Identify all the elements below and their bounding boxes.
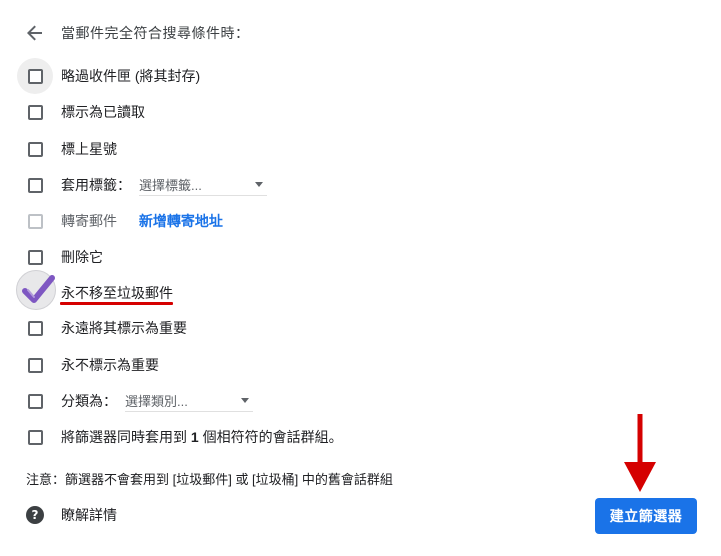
category-select-value: 選擇類別... (125, 394, 188, 409)
filter-header: 當郵件完全符合搜尋條件時： (24, 22, 250, 44)
star-checkbox[interactable] (17, 131, 53, 167)
categorize-checkbox[interactable] (17, 383, 53, 419)
learn-more-link[interactable]: 瞭解詳情 (61, 505, 117, 525)
option-label: 套用標籤： (61, 177, 131, 193)
annotation-arrow-icon (624, 414, 656, 492)
label-select[interactable]: 選擇標籤... (139, 174, 267, 196)
option-label: 分類為： (61, 393, 117, 409)
create-filter-button[interactable]: 建立篩選器 (595, 498, 697, 534)
apply-existing-checkbox[interactable] (17, 419, 53, 455)
annotation-underline (60, 302, 173, 305)
apply-label-checkbox[interactable] (17, 167, 53, 203)
mark-read-checkbox[interactable] (17, 94, 53, 130)
option-label: 略過收件匣 (將其封存) (61, 68, 201, 84)
label-select-value: 選擇標籤... (139, 178, 202, 193)
matching-count: 1 (190, 429, 199, 445)
forward-checkbox[interactable] (17, 203, 53, 239)
filter-note: 注意：篩選器不會套用到 [垃圾郵件] 或 [垃圾桶] 中的舊會話群組 (26, 472, 393, 487)
never-important-checkbox[interactable] (17, 347, 53, 383)
chevron-down-icon (241, 398, 249, 403)
category-select[interactable]: 選擇類別... (125, 390, 253, 412)
learn-more-row[interactable]: ? 瞭解詳情 (26, 505, 117, 525)
chevron-down-icon (255, 182, 263, 187)
option-label: 永遠將其標示為重要 (61, 320, 187, 336)
skip-inbox-checkbox[interactable] (17, 58, 53, 94)
forward-label: 轉寄郵件 (61, 213, 117, 229)
option-label: 標示為已讀取 (61, 104, 145, 120)
apply-existing-text-after: 個相符符的會話群組。 (198, 429, 343, 445)
apply-existing-text-before: 將篩選器同時套用到 (61, 429, 191, 445)
add-forwarding-address-link[interactable]: 新增轉寄地址 (139, 213, 223, 229)
option-label: 將篩選器同時套用到 1 個相符符的會話群組。 (61, 425, 343, 449)
option-label: 永不標示為重要 (61, 357, 159, 373)
help-icon: ? (26, 506, 44, 524)
option-label: 標上星號 (61, 141, 117, 157)
option-label: 刪除它 (61, 249, 103, 265)
back-arrow-icon[interactable] (24, 22, 46, 44)
checkmark-icon (22, 275, 55, 303)
option-label: 轉寄郵件 新增轉寄地址 (61, 209, 223, 233)
always-important-checkbox[interactable] (17, 310, 53, 346)
header-title: 當郵件完全符合搜尋條件時： (61, 25, 250, 41)
